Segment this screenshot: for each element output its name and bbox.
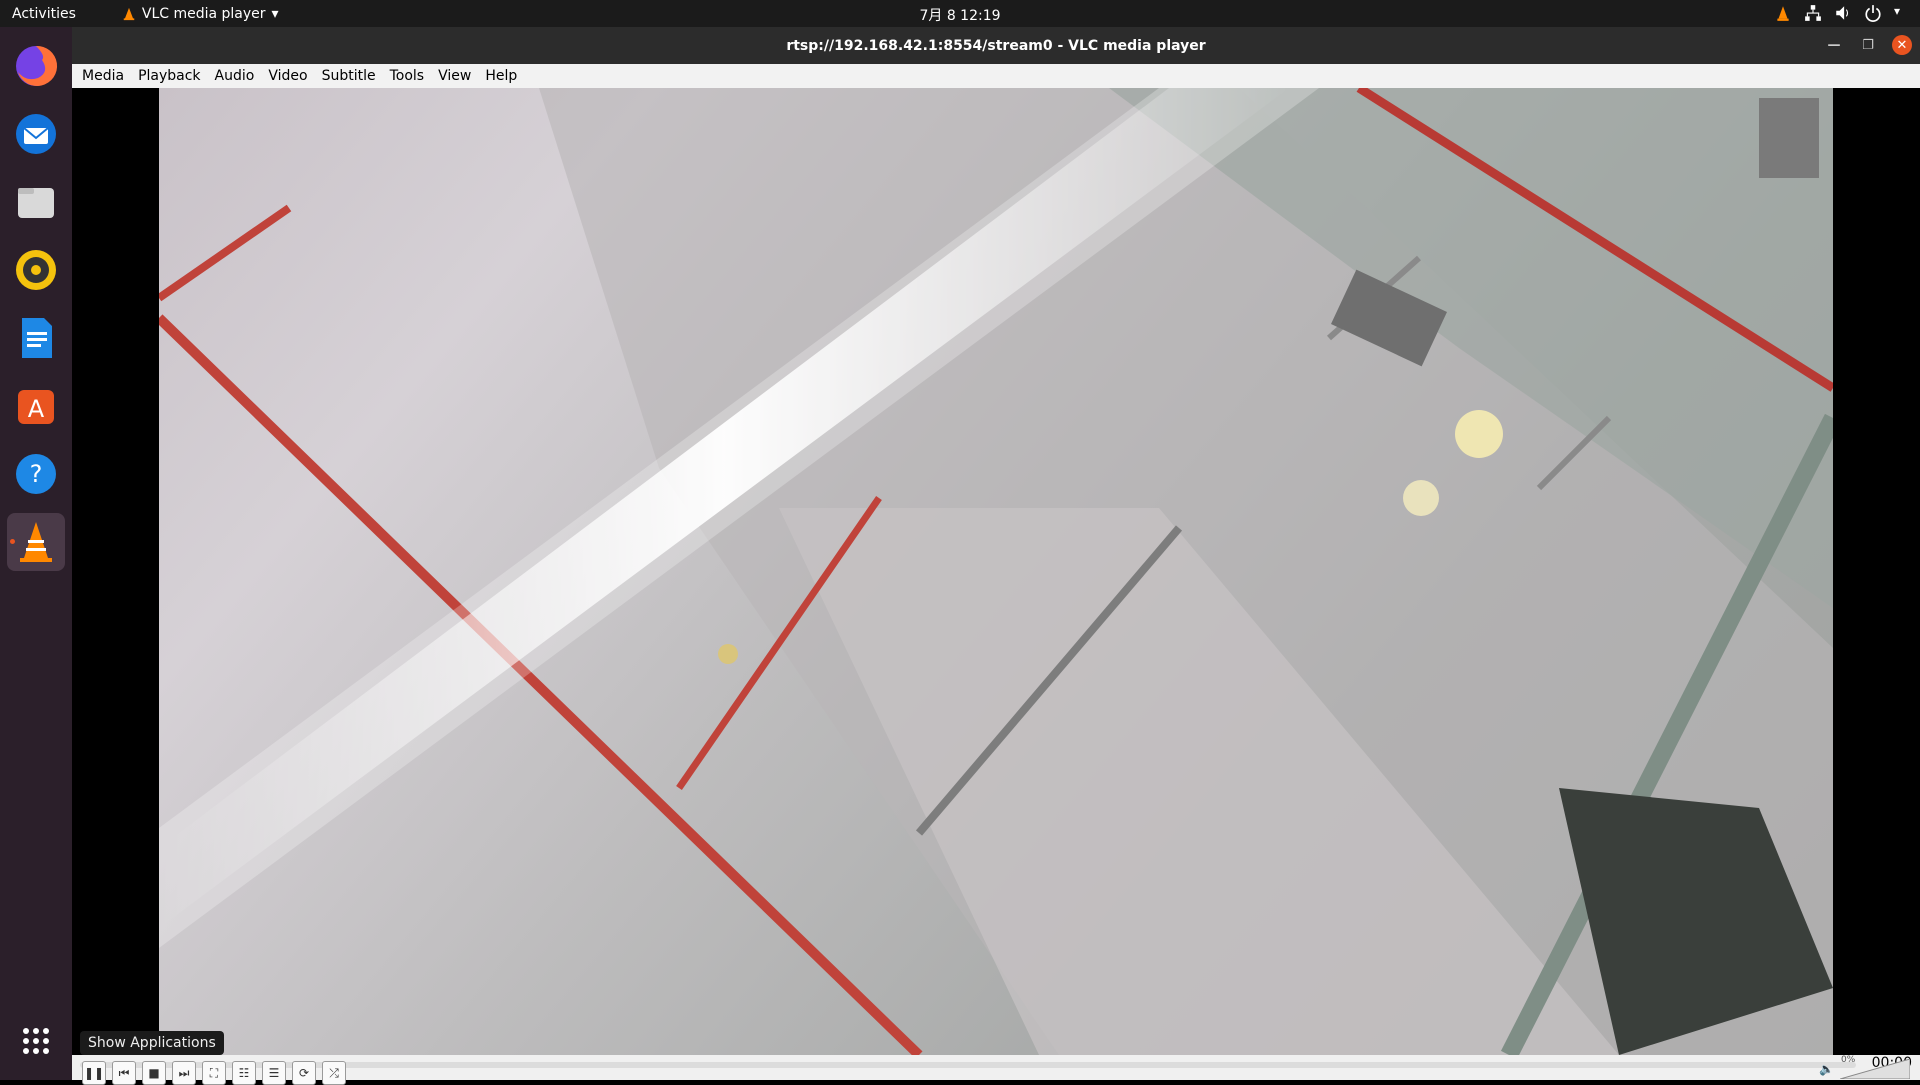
chevron-down-icon[interactable]: ▾ — [1894, 4, 1912, 22]
playback-controls: 00:00 ❚❚ ⏮ ■ ⏭ ⛶ ☷ ☰ ⟳ ⤮ 🔈 0% — [72, 1055, 1920, 1085]
app-menu[interactable]: VLC media player ▾ — [122, 6, 279, 22]
dock-item-files[interactable] — [7, 173, 65, 231]
chevron-down-icon: ▾ — [271, 5, 279, 22]
speaker-icon[interactable]: 🔈 — [1819, 1062, 1834, 1076]
minimize-button[interactable]: — — [1824, 35, 1844, 55]
power-icon[interactable] — [1864, 4, 1882, 22]
dock-item-help[interactable]: ? — [7, 445, 65, 503]
menu-tools[interactable]: Tools — [383, 68, 432, 84]
menu-audio[interactable]: Audio — [208, 68, 262, 84]
dock: A ? — [0, 27, 72, 1080]
menu-view[interactable]: View — [431, 68, 478, 84]
writer-icon — [22, 318, 52, 358]
close-button[interactable]: ✕ — [1892, 35, 1912, 55]
network-icon[interactable] — [1804, 4, 1822, 22]
title-bar[interactable]: rtsp://192.168.42.1:8554/stream0 - VLC m… — [72, 27, 1920, 64]
vlc-tray-icon[interactable] — [1774, 4, 1792, 22]
vlc-cone-icon — [123, 7, 135, 20]
system-tray[interactable]: ▾ — [1774, 4, 1912, 22]
svg-text:A: A — [28, 395, 45, 423]
dock-item-rhythmbox[interactable] — [7, 241, 65, 299]
extended-settings-button[interactable]: ☷ — [232, 1061, 256, 1085]
activities-button[interactable]: Activities — [0, 6, 88, 22]
vlc-window: rtsp://192.168.42.1:8554/stream0 - VLC m… — [72, 27, 1920, 1085]
running-indicator — [10, 539, 15, 544]
video-frame[interactable] — [159, 88, 1833, 1055]
next-button[interactable]: ⏭ — [172, 1061, 196, 1085]
menu-subtitle[interactable]: Subtitle — [315, 68, 383, 84]
svg-text:?: ? — [30, 460, 43, 488]
shuffle-button[interactable]: ⤮ — [322, 1061, 346, 1085]
seek-bar[interactable] — [80, 1062, 1856, 1068]
fullscreen-button[interactable]: ⛶ — [202, 1061, 226, 1085]
software-store-icon: A — [18, 390, 54, 424]
pause-button[interactable]: ❚❚ — [82, 1061, 106, 1085]
previous-button[interactable]: ⏮ — [112, 1061, 136, 1085]
app-grid-icon — [23, 1028, 49, 1054]
stop-button[interactable]: ■ — [142, 1061, 166, 1085]
menu-video[interactable]: Video — [261, 68, 314, 84]
firefox-icon — [16, 45, 58, 86]
rhythmbox-icon — [16, 250, 56, 290]
app-menu-label: VLC media player — [141, 5, 266, 22]
dock-item-software[interactable]: A — [7, 377, 65, 435]
volume-control[interactable]: 🔈 0% — [1819, 1055, 1910, 1079]
menu-bar: Media Playback Audio Video Subtitle Tool… — [72, 64, 1920, 88]
show-applications-button[interactable] — [7, 1012, 65, 1070]
dock-item-writer[interactable] — [7, 309, 65, 367]
volume-icon[interactable] — [1834, 4, 1852, 22]
dock-item-thunderbird[interactable] — [7, 105, 65, 163]
show-applications-tooltip: Show Applications — [80, 1031, 224, 1055]
loop-button[interactable]: ⟳ — [292, 1061, 316, 1085]
volume-percent: 0% — [1841, 1055, 1856, 1065]
maximize-button[interactable]: ❐ — [1858, 35, 1878, 55]
menu-media[interactable]: Media — [72, 68, 131, 84]
thunderbird-icon — [16, 114, 56, 154]
window-title: rtsp://192.168.42.1:8554/stream0 - VLC m… — [786, 37, 1206, 54]
dock-item-vlc[interactable] — [7, 513, 65, 571]
menu-playback[interactable]: Playback — [131, 68, 207, 84]
menu-help[interactable]: Help — [478, 68, 524, 84]
dock-item-firefox[interactable] — [7, 37, 65, 95]
files-icon — [18, 188, 54, 218]
vlc-icon — [20, 522, 52, 562]
help-icon: ? — [16, 454, 56, 494]
top-bar: Activities VLC media player ▾ 7月 8 12:19… — [0, 0, 1920, 27]
playlist-button[interactable]: ☰ — [262, 1061, 286, 1085]
clock[interactable]: 7月 8 12:19 — [0, 5, 1920, 25]
video-image — [159, 88, 1833, 1055]
